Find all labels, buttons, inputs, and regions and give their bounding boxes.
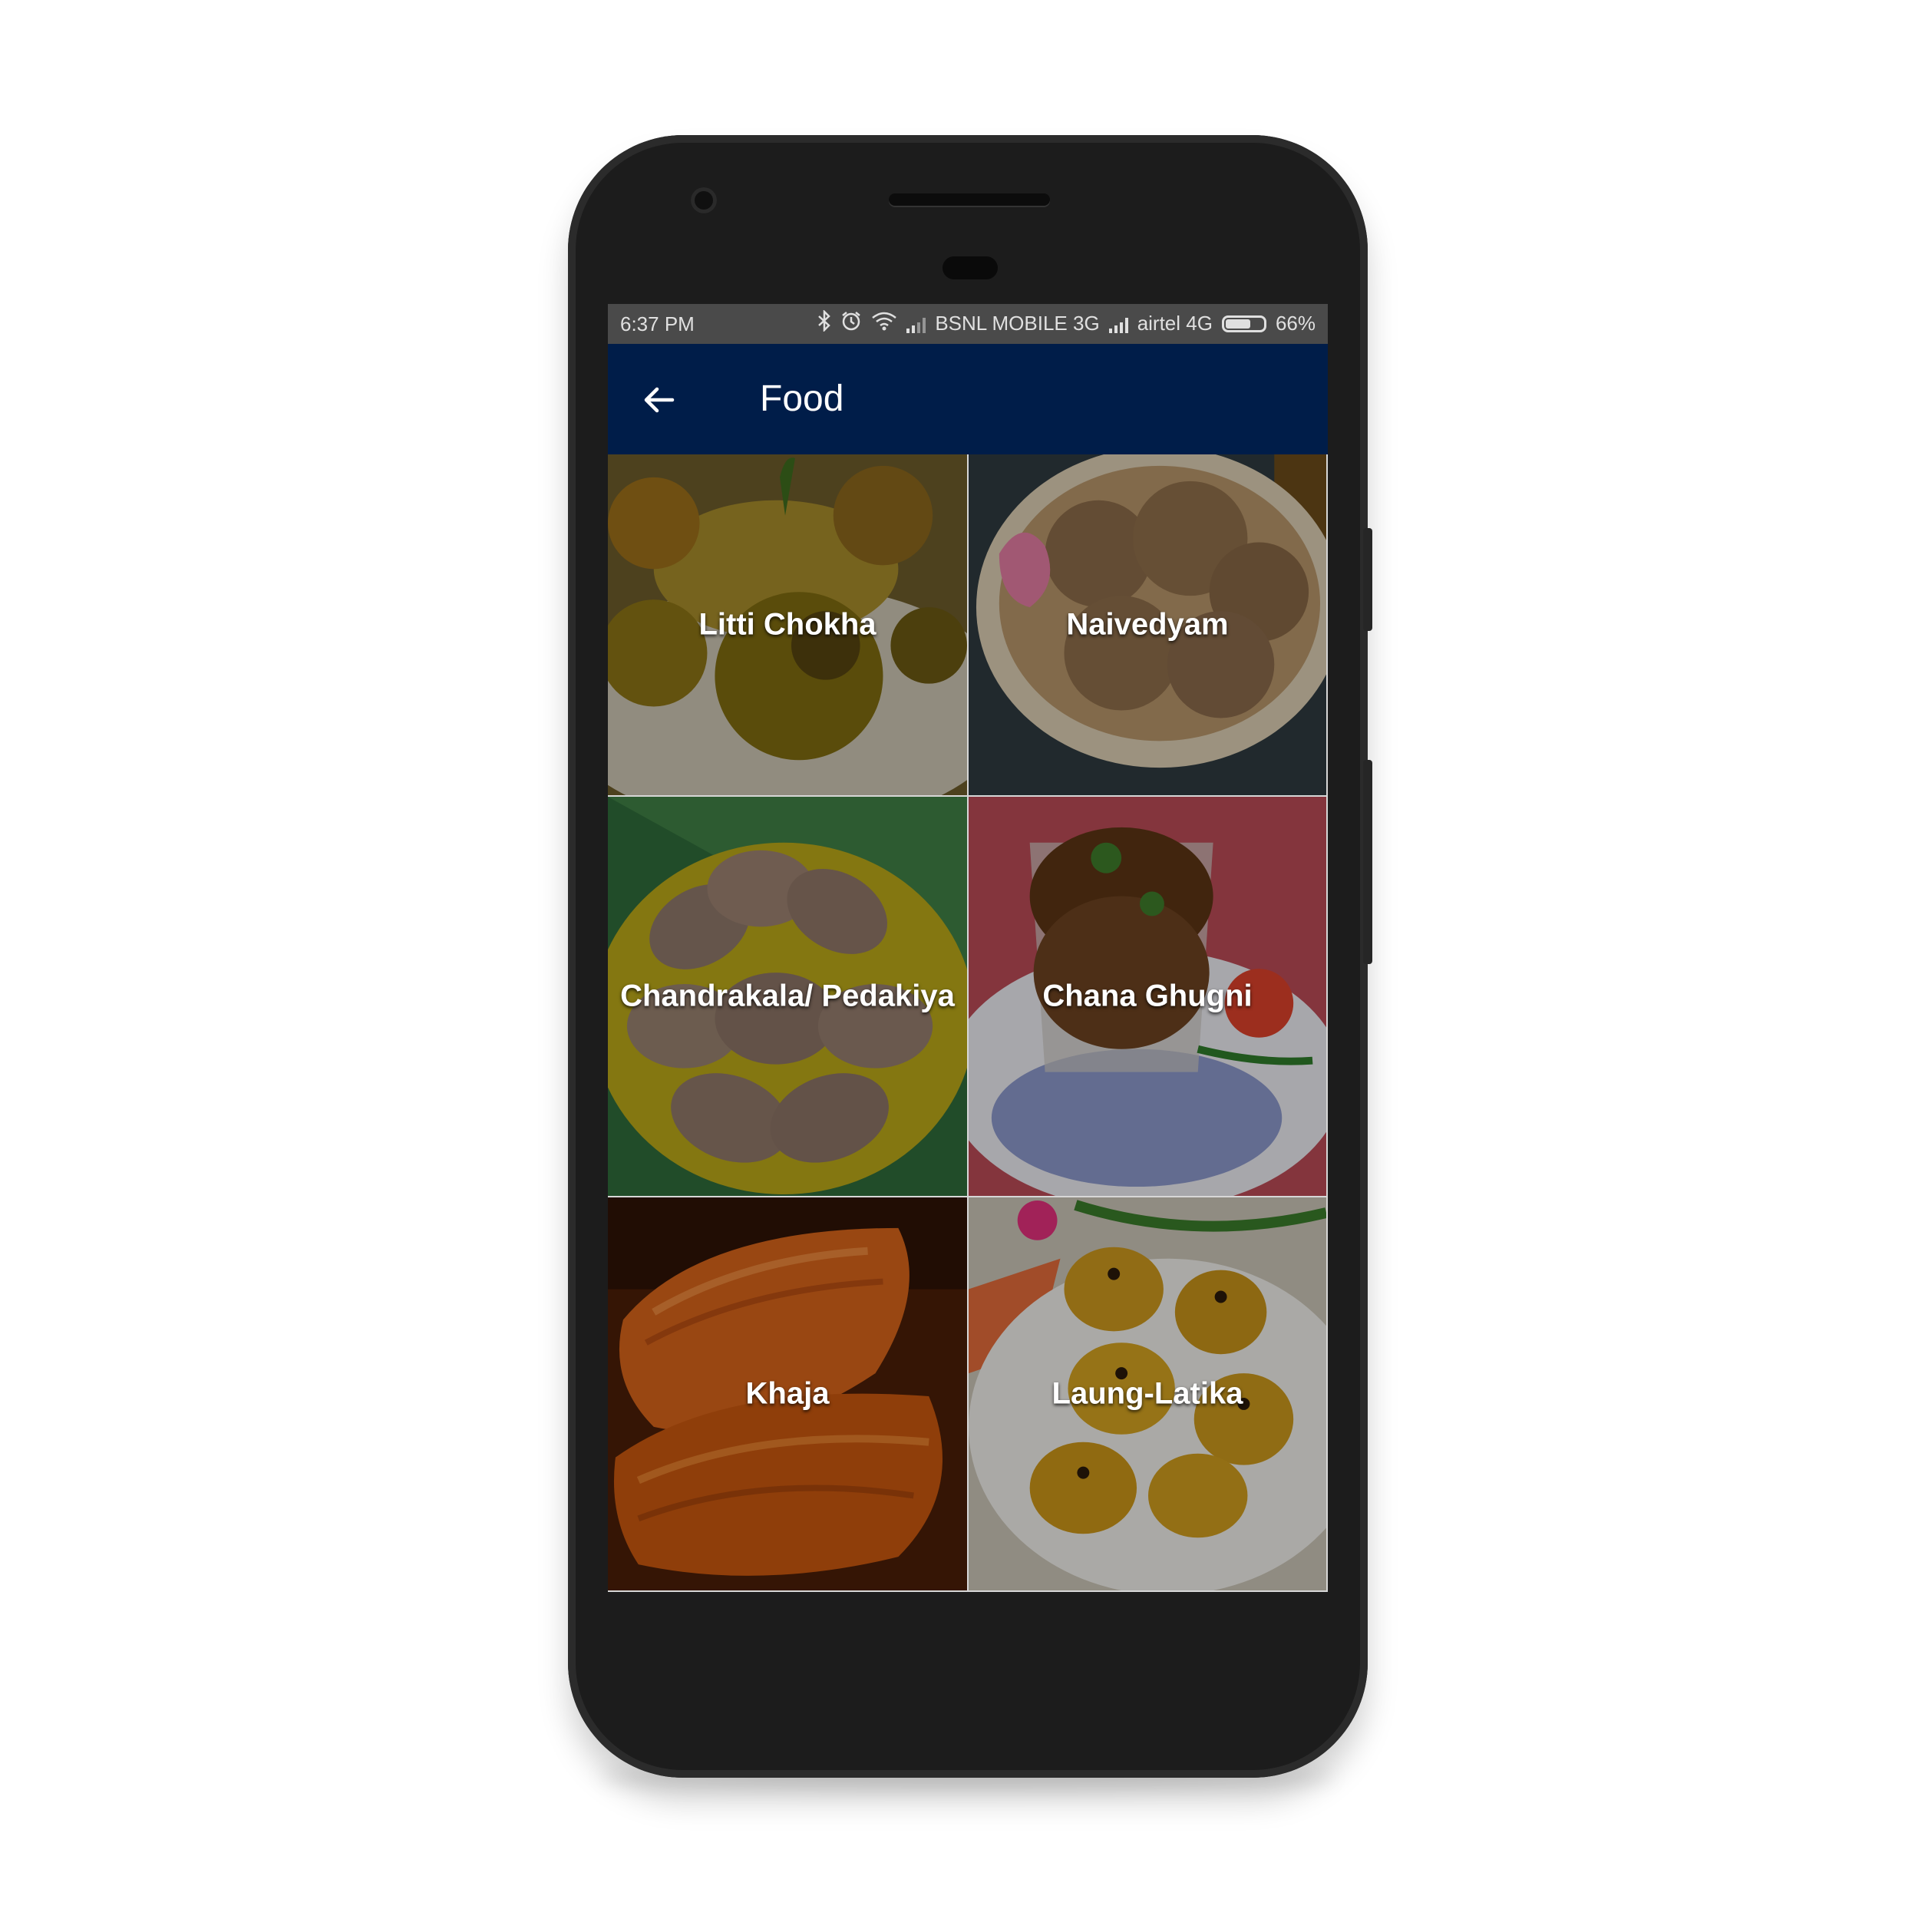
wifi-icon bbox=[871, 311, 897, 336]
status-icons: BSNL MOBILE 3G airtel 4G 66% bbox=[817, 309, 1316, 337]
arrow-back-icon[interactable] bbox=[639, 379, 680, 421]
screen: 6:37 PM BSNL MOBILE 3G airtel 4G 66% Foo… bbox=[608, 304, 1328, 1592]
front-camera bbox=[691, 187, 717, 213]
app-bar: Food bbox=[608, 344, 1328, 454]
food-label: Khaja bbox=[745, 1376, 830, 1411]
bluetooth-icon bbox=[817, 309, 831, 337]
food-tile-chandrakala-pedakiya[interactable]: Chandrakala/ Pedakiya bbox=[608, 797, 969, 1197]
signal-icon bbox=[906, 315, 926, 333]
food-tile-chana-ghugni[interactable]: Chana Ghugni bbox=[969, 797, 1328, 1197]
carrier-2-label: airtel 4G bbox=[1137, 312, 1213, 335]
battery-percent: 66% bbox=[1275, 312, 1316, 335]
status-bar: 6:37 PM BSNL MOBILE 3G airtel 4G 66% bbox=[608, 304, 1328, 344]
signal-icon bbox=[1108, 315, 1128, 333]
food-label: Litti Chokha bbox=[698, 607, 877, 642]
volume-button bbox=[1363, 528, 1372, 631]
carrier-1-label: BSNL MOBILE 3G bbox=[935, 312, 1100, 335]
earpiece-speaker bbox=[889, 193, 1050, 206]
food-label: Chandrakala/ Pedakiya bbox=[620, 979, 955, 1013]
food-tile-khaja[interactable]: Khaja bbox=[608, 1197, 969, 1592]
food-tile-naivedyam[interactable]: Naivedyam bbox=[969, 454, 1328, 797]
food-tile-laung-latika[interactable]: Laung-Latika bbox=[969, 1197, 1328, 1592]
food-tile-litti-chokha[interactable]: Litti Chokha bbox=[608, 454, 969, 797]
power-button bbox=[1363, 760, 1372, 964]
proximity-sensor bbox=[943, 256, 998, 279]
battery-icon bbox=[1221, 315, 1266, 332]
food-label: Naivedyam bbox=[1066, 607, 1229, 642]
status-time: 6:37 PM bbox=[620, 312, 695, 335]
food-label: Chana Ghugni bbox=[1042, 979, 1253, 1013]
alarm-icon bbox=[840, 310, 862, 337]
page-title: Food bbox=[760, 378, 844, 419]
food-label: Laung-Latika bbox=[1051, 1376, 1243, 1411]
